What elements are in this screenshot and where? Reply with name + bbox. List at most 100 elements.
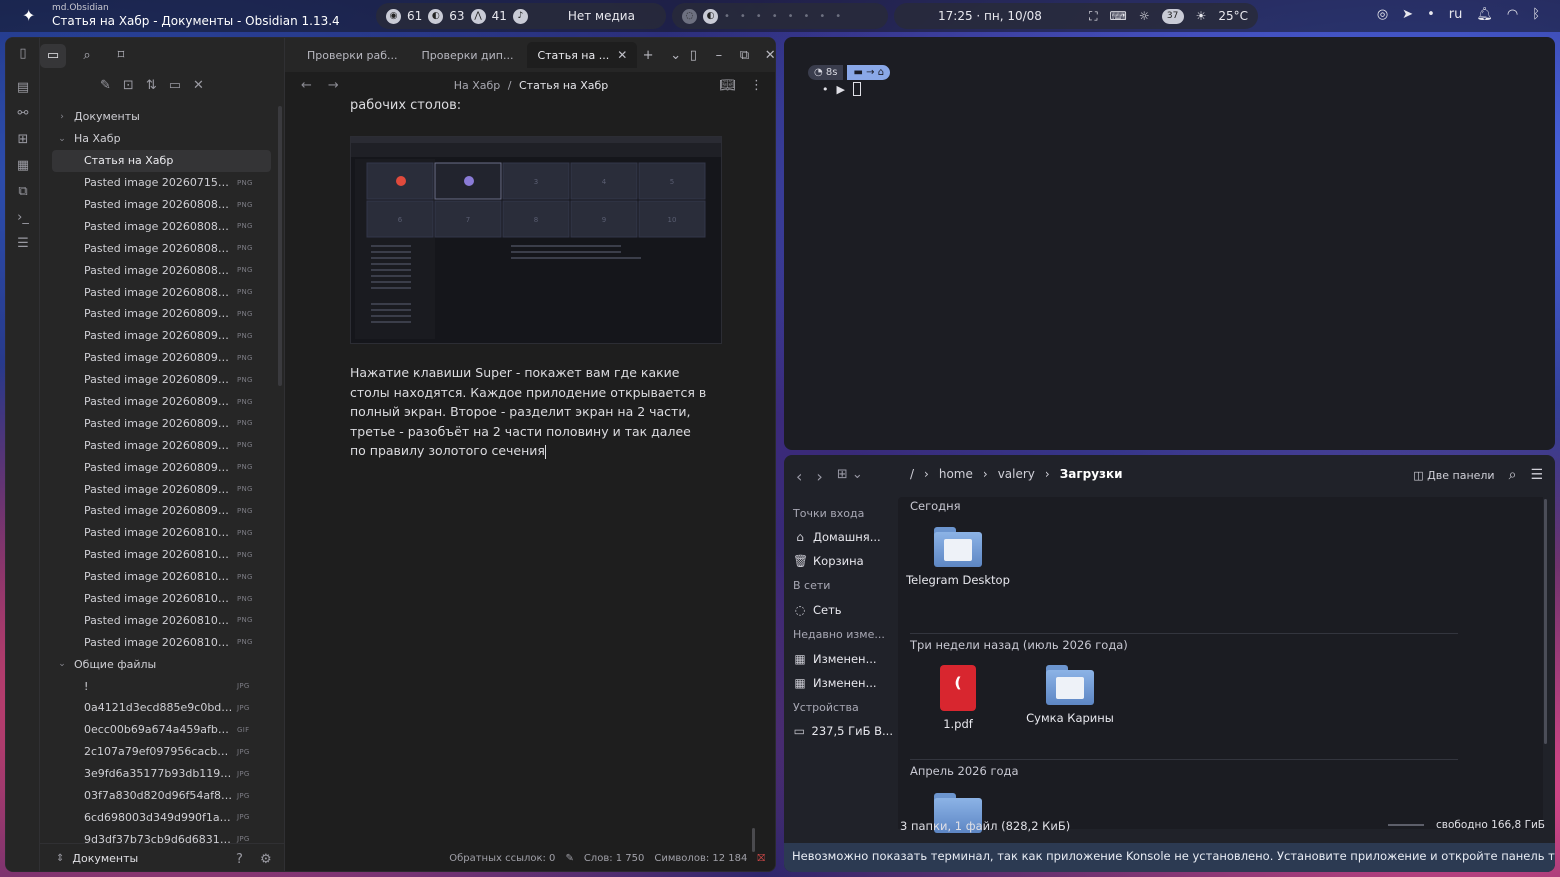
- tree-file[interactable]: Pasted image 20260808094818PNG: [40, 194, 285, 216]
- places-item[interactable]: 🗑︎ Корзина: [793, 554, 893, 568]
- close-icon[interactable]: ✕: [193, 78, 204, 93]
- tree-file[interactable]: Pasted image 20260808110204PNG: [40, 281, 285, 303]
- edit-mode-icon[interactable]: ✎: [565, 853, 573, 864]
- toggle-sidebar-icon[interactable]: ▯: [15, 46, 31, 62]
- view-mode-icon[interactable]: ⊞ ⌄: [837, 467, 863, 486]
- embedded-screenshot[interactable]: 3 4 5 6 7 8 9 10: [350, 136, 722, 344]
- tree-file[interactable]: Pasted image 20260809122923PNG: [40, 347, 285, 369]
- sort-icon[interactable]: ⇅: [146, 78, 157, 93]
- tree-folder[interactable]: ⌄ Общие файлы: [40, 653, 285, 675]
- tree-file[interactable]: ! JPG: [40, 675, 285, 697]
- files-tab-icon[interactable]: ▭: [40, 44, 66, 68]
- launcher-icon[interactable]: ✦: [22, 7, 40, 25]
- breadcrumb-current[interactable]: Статья на Хабр: [519, 79, 608, 92]
- templates-icon[interactable]: ⧉: [15, 184, 31, 200]
- minimize-icon[interactable]: –: [712, 48, 726, 63]
- tree-file[interactable]: 0a4121d3ecd885e9c0bdcba8...JPG: [40, 697, 285, 719]
- clock[interactable]: 17:25 · пн, 10/08: [938, 9, 1042, 23]
- tab-checks-diploma[interactable]: Проверки дип...: [412, 42, 524, 68]
- tree-file[interactable]: Pasted image 20260809124623PNG: [40, 456, 285, 478]
- more-options-icon[interactable]: ⋮: [750, 78, 763, 93]
- forward-icon[interactable]: ›: [816, 467, 822, 486]
- vault-switcher[interactable]: ⇕ Документы ? ⚙: [40, 843, 285, 871]
- bookmarks-tab-icon[interactable]: ⌑: [108, 44, 134, 68]
- tree-file[interactable]: Pasted image 20260810131414PNG: [40, 631, 285, 653]
- keyboard-icon[interactable]: ⌨: [1109, 9, 1126, 23]
- path-current[interactable]: Загрузки: [1060, 467, 1123, 481]
- media-label[interactable]: Нет медиа: [568, 9, 635, 23]
- active-window-title[interactable]: md.Obsidian Статья на Хабр - Документы -…: [52, 3, 340, 29]
- terminal-icon[interactable]: ›_: [15, 210, 31, 226]
- tree-folder[interactable]: › Документы: [40, 106, 285, 128]
- path-root[interactable]: /: [910, 467, 914, 481]
- places-item[interactable]: ▦ Изменен...: [793, 676, 893, 690]
- tree-file[interactable]: Pasted image 20260810130624PNG: [40, 566, 285, 588]
- free-space[interactable]: свободно 166,8 ГиБ: [1388, 819, 1545, 831]
- wifi-icon[interactable]: ◠: [1507, 7, 1518, 22]
- tree-file[interactable]: Pasted image 20260809123720PNG: [40, 412, 285, 434]
- close-tab-icon[interactable]: ✕: [617, 48, 627, 62]
- breadcrumb-parent[interactable]: На Хабр: [454, 79, 501, 92]
- path-user[interactable]: valery: [998, 467, 1035, 481]
- tree-file[interactable]: Pasted image 20260809123701PNG: [40, 391, 285, 413]
- close-window-icon[interactable]: ✕: [763, 48, 775, 63]
- search-icon[interactable]: ⌕: [1509, 467, 1517, 483]
- tree-file[interactable]: Pasted image 20260810130440PNG: [40, 522, 285, 544]
- places-item[interactable]: ⌂ Домашня...: [793, 530, 893, 544]
- tree-file[interactable]: Pasted image 20260808110116PNG: [40, 259, 285, 281]
- music-icon[interactable]: ♪: [512, 8, 528, 24]
- note-paragraph[interactable]: Нажатие клавиши Super - покажет вам где …: [350, 363, 710, 461]
- backlinks-count[interactable]: Обратных ссылок: 0: [449, 853, 555, 864]
- path-home[interactable]: home: [939, 467, 973, 481]
- places-item[interactable]: ▦ Изменен...: [793, 652, 893, 666]
- language-indicator[interactable]: ru: [1449, 7, 1463, 22]
- brightness-icon[interactable]: ☼: [1139, 9, 1150, 23]
- folder-item[interactable]: Telegram Desktop: [903, 527, 1013, 588]
- workspaces-pill[interactable]: ◌ ◐ ••••••••: [672, 3, 888, 29]
- tab-article[interactable]: Статья на ... ✕: [527, 42, 638, 68]
- canvas-icon[interactable]: ⊞: [15, 132, 31, 148]
- collapse-icon[interactable]: ▭: [169, 78, 181, 93]
- workspace-dots[interactable]: ••••••••: [724, 11, 851, 22]
- places-item[interactable]: ◌ Сеть: [793, 603, 893, 617]
- chrome-icon[interactable]: ◎: [1377, 7, 1388, 22]
- tree-file[interactable]: Pasted image 20260809121801PNG: [40, 325, 285, 347]
- new-note-icon[interactable]: ✎: [100, 78, 111, 93]
- tab-list-icon[interactable]: ⌄: [669, 48, 683, 63]
- notification-badge[interactable]: 37: [1161, 8, 1184, 24]
- tree-file[interactable]: 0ecc00b69a674a459afbbf2c8...GIF: [40, 719, 285, 741]
- weather-value[interactable]: 25°C: [1218, 9, 1248, 23]
- back-icon[interactable]: ‹: [796, 467, 802, 486]
- tree-file[interactable]: Pasted image 20260809204 2...PNG: [40, 478, 285, 500]
- folder-item[interactable]: Сумка Карины: [1015, 665, 1125, 726]
- new-folder-icon[interactable]: ⊡: [123, 78, 134, 93]
- tree-file[interactable]: Pasted image 20260809124114PNG: [40, 434, 285, 456]
- toggle-right-sidebar-icon[interactable]: ▯: [687, 48, 701, 63]
- new-tab-icon[interactable]: +: [641, 48, 655, 63]
- reading-view-icon[interactable]: 📖︎: [719, 78, 736, 93]
- tree-file-active[interactable]: Статья на Хабр: [52, 149, 271, 172]
- clock-pill[interactable]: 17:25 · пн, 10/08 ⛶ ⌨ ☼ 37 ☀ 25°C: [894, 3, 1258, 29]
- editor-scrollbar[interactable]: [752, 828, 755, 852]
- list-icon[interactable]: ☰: [15, 236, 31, 252]
- tree-file[interactable]: 3e9fd6a35177b93db119e15f211...JPG: [40, 763, 285, 785]
- tree-file[interactable]: Pasted image 20260808081000...PNG: [40, 215, 285, 237]
- open-note-icon[interactable]: ▤: [15, 80, 31, 96]
- split-view-button[interactable]: ◫ Две панели: [1413, 469, 1494, 482]
- tree-file[interactable]: Pasted image 20260809204 6...PNG: [40, 500, 285, 522]
- tree-file[interactable]: Pasted image 20260810130518PNG: [40, 544, 285, 566]
- terminal-window[interactable]: ◔ 8s ▬ → ⌂ • ▶: [784, 37, 1555, 450]
- workspace-icon[interactable]: ◌: [682, 8, 697, 24]
- tree-file[interactable]: 6cd698003d349d990f1a5803...JPG: [40, 807, 285, 829]
- tree-file[interactable]: Pasted image 20260808100145PNG: [40, 237, 285, 259]
- tray-dot-icon[interactable]: •: [1427, 7, 1435, 22]
- calendar-icon[interactable]: ▦: [15, 158, 31, 174]
- settings-icon[interactable]: ⚙: [260, 852, 272, 867]
- location-bar[interactable]: / › home › valery › Загрузки: [910, 467, 1123, 481]
- menu-icon[interactable]: ☰: [1530, 467, 1543, 483]
- sidebar-scrollbar[interactable]: [278, 106, 282, 386]
- maximize-icon[interactable]: ⧉: [738, 48, 752, 63]
- bluetooth-icon[interactable]: ᛒ: [1532, 7, 1540, 22]
- file-item[interactable]: ⁽ 1.pdf: [903, 665, 1013, 732]
- places-item[interactable]: ▭ 237,5 ГиБ В...: [793, 724, 893, 738]
